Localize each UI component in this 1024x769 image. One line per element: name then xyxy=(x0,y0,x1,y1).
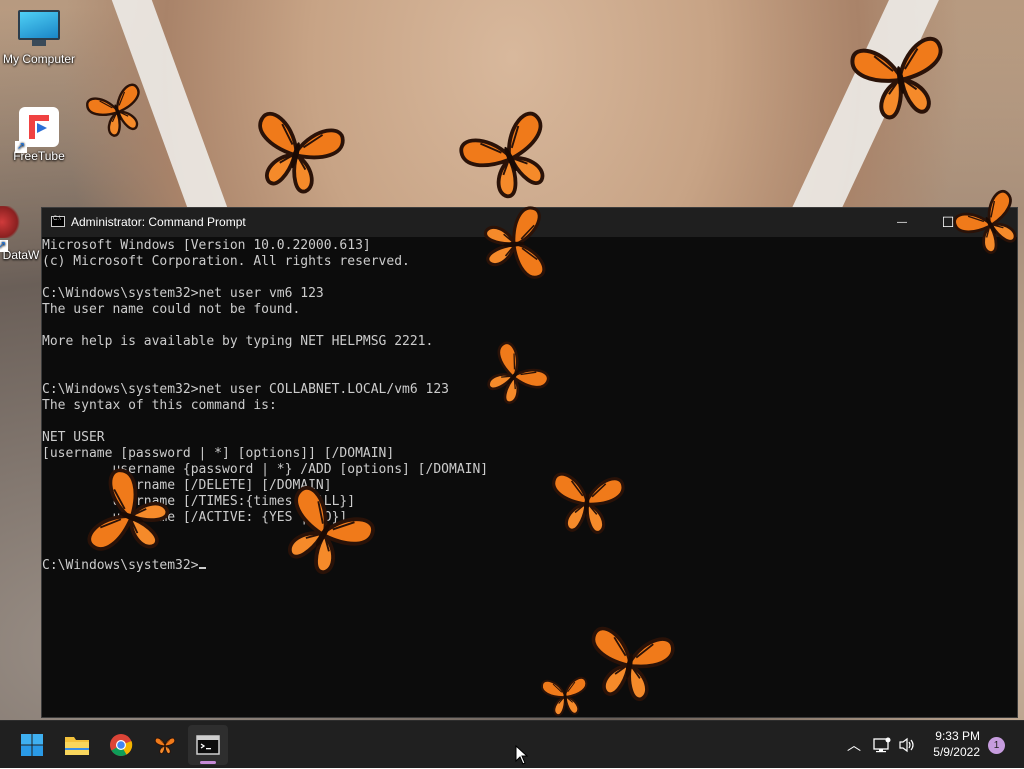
minimize-icon: — xyxy=(897,217,907,228)
show-hidden-icons-button[interactable]: ︿ xyxy=(843,721,865,769)
notification-badge[interactable]: 1 xyxy=(988,737,1005,754)
command-prompt-window[interactable]: Administrator: Command Prompt — ☐ ✕ Micr… xyxy=(41,207,1018,718)
taskbar-clock[interactable]: 9:33 PM 5/9/2022 xyxy=(933,728,980,760)
terminal-line: NET USER xyxy=(42,430,105,445)
taskbar-butterfly-app[interactable] xyxy=(145,725,185,765)
terminal-line: C:\Windows\system32>net user vm6 123 xyxy=(42,286,324,301)
clock-date: 5/9/2022 xyxy=(933,745,980,759)
taskbar: ︿ 9:33 PM 5/9/2022 1 xyxy=(0,720,1024,768)
folder-icon xyxy=(65,737,89,755)
start-button[interactable] xyxy=(12,725,52,765)
dataw-icon: ↗ xyxy=(0,206,24,252)
taskbar-file-explorer[interactable] xyxy=(57,725,97,765)
network-button[interactable] xyxy=(871,721,893,769)
taskbar-chrome[interactable] xyxy=(101,725,141,765)
text-cursor xyxy=(198,567,206,569)
chevron-up-icon: ︿ xyxy=(847,738,861,754)
desktop-icon-freetube[interactable]: ↗ FreeTube xyxy=(0,107,79,163)
desktop-icon-label: My Computer xyxy=(2,52,76,66)
freetube-icon: ↗ xyxy=(15,107,61,153)
butterfly-icon xyxy=(152,734,178,756)
minimize-button[interactable]: — xyxy=(879,208,925,237)
monitor-icon xyxy=(17,10,61,50)
network-icon xyxy=(873,737,891,753)
active-app-indicator xyxy=(200,761,216,764)
desktop-icon-dataw[interactable]: ↗ DataW xyxy=(0,206,42,262)
terminal-line: The user name could not be found. xyxy=(42,302,301,317)
desktop-icon-my-computer[interactable]: My Computer xyxy=(0,10,79,66)
speaker-icon xyxy=(899,737,914,753)
cmd-icon xyxy=(51,216,65,227)
shortcut-arrow-icon: ↗ xyxy=(15,141,27,153)
window-title: Administrator: Command Prompt xyxy=(71,215,246,229)
mouse-cursor-icon xyxy=(515,745,529,765)
volume-button[interactable] xyxy=(896,721,918,769)
vertical-scrollbar[interactable] xyxy=(1005,238,1017,717)
butterfly-icon xyxy=(466,201,568,287)
chrome-icon xyxy=(110,734,133,756)
clock-time: 9:33 PM xyxy=(935,729,980,743)
terminal-prompt-line: C:\Windows\system32> xyxy=(42,558,1017,574)
windows-logo-icon xyxy=(21,734,43,756)
butterfly-icon xyxy=(525,457,649,545)
shortcut-arrow-icon: ↗ xyxy=(0,240,8,252)
butterfly-icon xyxy=(842,16,959,136)
terminal-line: [username [password | *] [options]] [/DO… xyxy=(42,446,395,461)
terminal-icon xyxy=(196,735,220,755)
butterfly-icon xyxy=(508,665,622,724)
taskbar-command-prompt[interactable] xyxy=(188,725,228,765)
